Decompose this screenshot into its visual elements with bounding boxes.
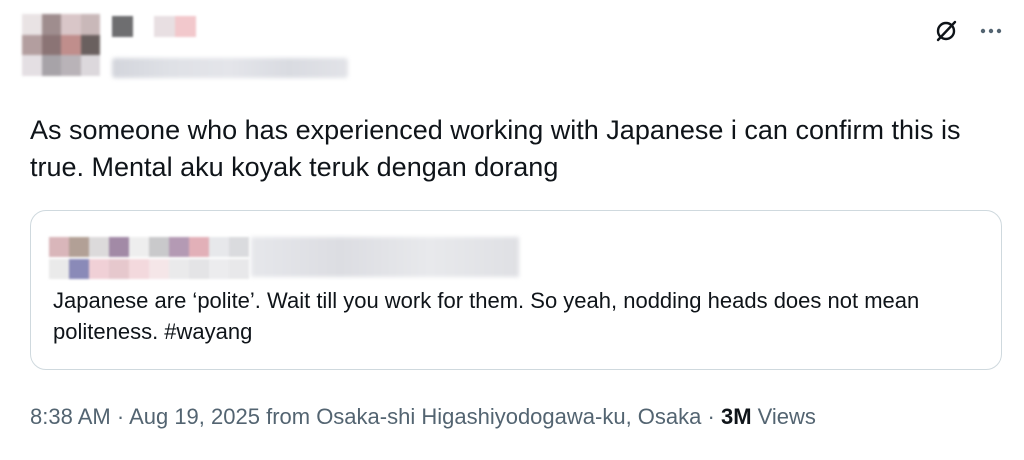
tweet-time[interactable]: 8:38 AM: [30, 404, 111, 429]
views-label: Views: [751, 404, 816, 429]
views-count[interactable]: 3M: [721, 404, 752, 429]
tweet-date[interactable]: Aug 19, 2025: [129, 404, 260, 429]
tweet-meta: 8:38 AM · Aug 19, 2025 from Osaka-shi Hi…: [30, 404, 816, 430]
quote-text: Japanese are ‘polite’. Wait till you wor…: [53, 288, 920, 344]
tweet-text: As someone who has experienced working w…: [30, 115, 961, 182]
meta-separator: ·: [110, 404, 130, 429]
author-handle[interactable]: [112, 58, 348, 78]
grok-icon[interactable]: [934, 18, 960, 44]
tweet-header: [0, 0, 1024, 110]
quote-avatar[interactable]: [49, 237, 249, 257]
quote-author-handle[interactable]: [49, 259, 249, 279]
tweet-location: from Osaka-shi Higashiyodogawa-ku, Osaka: [259, 404, 702, 429]
quote-author-name[interactable]: [251, 237, 519, 277]
meta-separator: ·: [701, 404, 721, 429]
more-icon[interactable]: [978, 18, 1004, 44]
avatar[interactable]: [22, 14, 100, 76]
author-name[interactable]: [112, 16, 196, 37]
quoted-tweet[interactable]: Japanese are ‘polite’. Wait till you wor…: [30, 210, 1002, 370]
